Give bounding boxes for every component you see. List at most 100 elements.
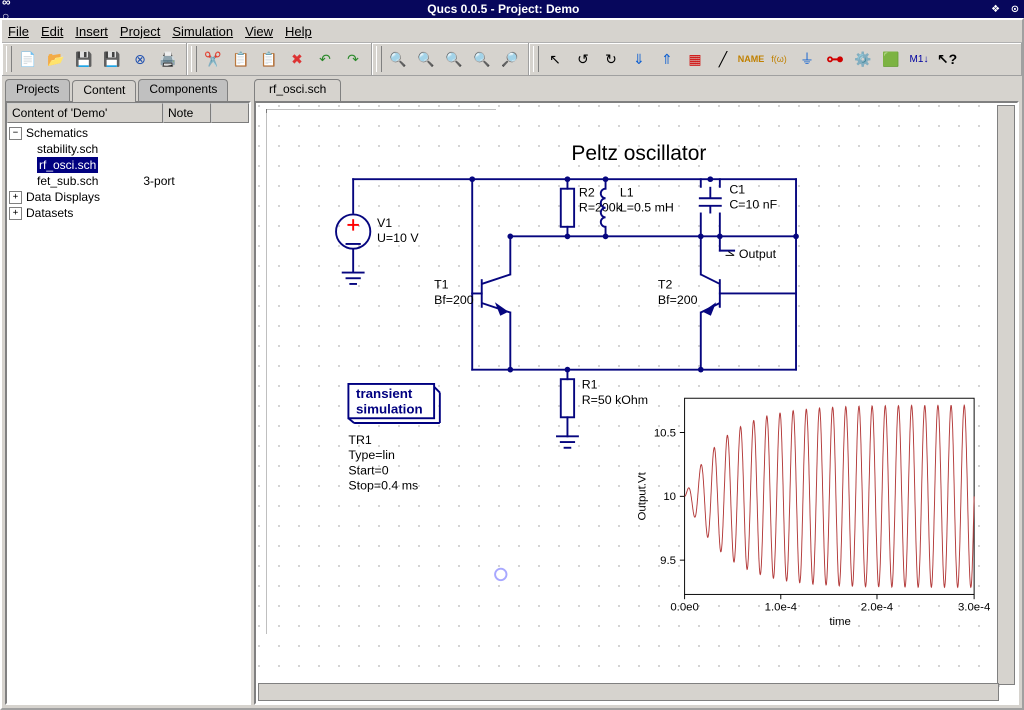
vertical-scrollbar[interactable] xyxy=(997,105,1015,685)
port-icon[interactable]: ⊶ xyxy=(822,46,848,72)
tree-node-datasets[interactable]: + Datasets xyxy=(7,205,249,221)
svg-text:Output: Output xyxy=(739,247,777,261)
tree-item[interactable]: stability.sch xyxy=(7,141,249,157)
content-header-spacer xyxy=(211,103,249,123)
menu-help[interactable]: Help xyxy=(285,24,312,39)
menu-edit[interactable]: Edit xyxy=(41,24,63,39)
component-t1[interactable] xyxy=(482,274,511,314)
toolbar-handle[interactable] xyxy=(191,46,197,72)
label-l1-name: L1 xyxy=(620,185,634,199)
tab-content[interactable]: Content xyxy=(72,80,136,102)
menu-view[interactable]: View xyxy=(245,24,273,39)
sim-param: TR1 xyxy=(348,433,371,447)
undo-icon[interactable]: ↶ xyxy=(312,46,338,72)
toolbar-handle[interactable] xyxy=(6,46,12,72)
label-c1-name: C1 xyxy=(729,182,745,196)
menu-insert[interactable]: Insert xyxy=(75,24,108,39)
component-c1[interactable] xyxy=(699,187,722,214)
svg-text:10: 10 xyxy=(663,491,676,503)
label-v1-value: U=10 V xyxy=(377,231,419,245)
output-label[interactable]: Output xyxy=(726,247,777,261)
svg-text:1.0e-4: 1.0e-4 xyxy=(765,602,798,614)
ground-r1[interactable] xyxy=(556,436,579,447)
simulation-box[interactable]: transient simulation xyxy=(348,384,439,423)
component-r2[interactable] xyxy=(561,189,574,227)
component-r1[interactable] xyxy=(561,379,574,417)
save-icon[interactable]: 💾 xyxy=(71,46,97,72)
schematic-svg: Peltz oscillator xyxy=(256,103,1017,703)
svg-text:0.0e0: 0.0e0 xyxy=(670,602,699,614)
expand-icon[interactable]: + xyxy=(9,191,22,204)
print-icon[interactable]: 🖨️ xyxy=(155,46,181,72)
svg-text:2.0e-4: 2.0e-4 xyxy=(861,602,894,614)
open-icon[interactable]: 📂 xyxy=(43,46,69,72)
mirror-up-icon[interactable]: ⇑ xyxy=(654,46,680,72)
paste-icon[interactable]: 📋 xyxy=(256,46,282,72)
tree-node-data-displays[interactable]: + Data Displays xyxy=(7,189,249,205)
svg-text:10.5: 10.5 xyxy=(654,427,676,439)
content-header-col2[interactable]: Note xyxy=(163,103,211,123)
svg-text:time: time xyxy=(829,616,851,628)
delete-icon[interactable]: ✖ xyxy=(284,46,310,72)
magnifier-icon[interactable]: 🔎 xyxy=(497,46,523,72)
dc-bias-icon[interactable]: 🟩 xyxy=(878,46,904,72)
label-r1-name: R1 xyxy=(582,378,598,392)
select-icon[interactable]: ↖ xyxy=(542,46,568,72)
save-all-icon[interactable]: 💾 xyxy=(99,46,125,72)
tree-node-schematics[interactable]: − Schematics xyxy=(7,125,249,141)
window-title: Qucs 0.0.5 - Project: Demo xyxy=(20,2,987,16)
tree-item-selected[interactable]: rf_osci.sch xyxy=(7,157,249,173)
new-icon[interactable]: 📄 xyxy=(15,46,41,72)
sim-param: Type=lin xyxy=(348,448,395,462)
mirror-down-icon[interactable]: ⇓ xyxy=(626,46,652,72)
schematic-canvas[interactable]: Peltz oscillator xyxy=(254,101,1019,705)
svg-text:9.5: 9.5 xyxy=(660,555,676,567)
toolbar-handle[interactable] xyxy=(376,46,382,72)
ground-icon[interactable]: ⏚ xyxy=(794,46,820,72)
tab-components[interactable]: Components xyxy=(138,79,228,101)
content-header-col1[interactable]: Content of 'Demo' xyxy=(7,103,163,123)
simulate-icon[interactable]: ⚙️ xyxy=(850,46,876,72)
sim-param: Start=0 xyxy=(348,463,388,477)
menu-project[interactable]: Project xyxy=(120,24,160,39)
window-close-button[interactable]: ⊙ xyxy=(1008,3,1022,17)
svg-text:3.0e-4: 3.0e-4 xyxy=(958,602,991,614)
document-tab[interactable]: rf_osci.sch xyxy=(254,79,341,101)
content-header: Content of 'Demo' Note xyxy=(7,103,249,123)
window-maximize-button[interactable]: ❖ xyxy=(989,3,1003,17)
help-icon[interactable]: ↖? xyxy=(934,46,960,72)
horizontal-scrollbar[interactable] xyxy=(258,683,999,701)
wire-icon[interactable]: ╱ xyxy=(710,46,736,72)
menu-file[interactable]: File xyxy=(8,24,29,39)
redo-icon[interactable]: ↷ xyxy=(340,46,366,72)
schematic-title: Peltz oscillator xyxy=(571,142,706,165)
svg-text:transient: transient xyxy=(356,386,413,401)
label-icon[interactable]: NAME xyxy=(738,46,764,72)
component-t2[interactable] xyxy=(701,274,720,314)
toolbar-handle[interactable] xyxy=(533,46,539,72)
equation-icon[interactable]: f(ω) xyxy=(766,46,792,72)
project-tree[interactable]: − Schematics stability.sch rf_osci.sch f… xyxy=(7,123,249,703)
close-icon[interactable]: ⊗ xyxy=(127,46,153,72)
tree-item[interactable]: fet_sub.sch 3-port xyxy=(7,173,249,189)
expand-icon[interactable]: + xyxy=(9,207,22,220)
rotate-right-icon[interactable]: ↻ xyxy=(598,46,624,72)
collapse-icon[interactable]: − xyxy=(9,127,22,140)
window-titlebar: ∞ ○ Qucs 0.0.5 - Project: Demo ❖ ⊙ xyxy=(0,0,1024,18)
rotate-left-icon[interactable]: ↺ xyxy=(570,46,596,72)
marker-icon[interactable]: M1↓ xyxy=(906,46,932,72)
zoom-1-icon[interactable]: 🔍 xyxy=(469,46,495,72)
toolbar: 📄 📂 💾 💾 ⊗ 🖨️ ✂️ 📋 📋 ✖ ↶ ↷ 🔍 🔍 🔍 🔍 🔎 xyxy=(2,43,1022,76)
tab-projects[interactable]: Projects xyxy=(5,79,70,101)
zoom-out-icon[interactable]: 🔍 xyxy=(441,46,467,72)
output-chart[interactable]: 9.5 10 10.5 0.0e0 1.0e-4 2.0e-4 3.0e-4 xyxy=(637,398,991,628)
zoom-fit-icon[interactable]: 🔍 xyxy=(413,46,439,72)
component-v1[interactable] xyxy=(336,214,370,284)
deactivate-icon[interactable]: ▦ xyxy=(682,46,708,72)
cut-icon[interactable]: ✂️ xyxy=(200,46,226,72)
label-r1-value: R=50 kOhm xyxy=(582,393,648,407)
menu-simulation[interactable]: Simulation xyxy=(172,24,233,39)
label-r2-name: R2 xyxy=(579,185,595,199)
copy-icon[interactable]: 📋 xyxy=(228,46,254,72)
zoom-in-icon[interactable]: 🔍 xyxy=(385,46,411,72)
